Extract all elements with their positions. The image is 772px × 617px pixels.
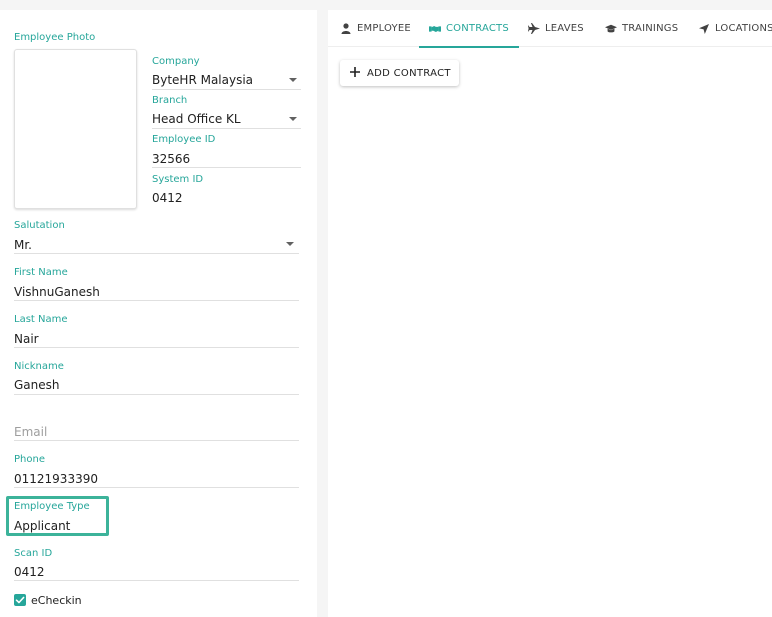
last-name-field[interactable]: Nair bbox=[14, 332, 39, 346]
plus-icon bbox=[350, 66, 360, 80]
chevron-down-icon[interactable] bbox=[286, 242, 294, 246]
tab-trainings-label: TRAININGS bbox=[622, 23, 679, 34]
echeckin-checkbox[interactable] bbox=[14, 594, 26, 606]
employee-form-panel: Employee Photo Company ByteHR Malaysia B… bbox=[0, 10, 317, 617]
tab-employee-label: EMPLOYEE bbox=[357, 23, 411, 34]
checkmark-icon bbox=[15, 596, 25, 604]
phone-label: Phone bbox=[14, 454, 45, 465]
scan-id-field[interactable]: 0412 bbox=[14, 565, 45, 579]
person-icon bbox=[340, 23, 352, 35]
detail-panel: EMPLOYEE CONTRACTS LEAVES TRAININGS LOCA… bbox=[328, 10, 772, 617]
branch-label: Branch bbox=[152, 95, 188, 106]
salutation-select[interactable]: Mr. bbox=[14, 238, 32, 252]
phone-field[interactable]: 01121933390 bbox=[14, 472, 98, 486]
nickname-label: Nickname bbox=[14, 361, 64, 372]
tab-employee[interactable]: EMPLOYEE bbox=[340, 10, 411, 47]
employee-type-label: Employee Type bbox=[14, 501, 90, 512]
photo-label: Employee Photo bbox=[14, 32, 96, 43]
chevron-down-icon[interactable] bbox=[289, 117, 297, 121]
branch-underline bbox=[152, 128, 301, 129]
company-label: Company bbox=[152, 56, 200, 67]
scan-id-label: Scan ID bbox=[14, 548, 53, 559]
add-contract-button[interactable]: ADD CONTRACT bbox=[340, 60, 459, 86]
tab-leaves[interactable]: LEAVES bbox=[528, 10, 584, 47]
tab-leaves-label: LEAVES bbox=[545, 23, 584, 34]
first-name-label: First Name bbox=[14, 267, 68, 278]
branch-select[interactable]: Head Office KL bbox=[152, 112, 241, 126]
tab-bar: EMPLOYEE CONTRACTS LEAVES TRAININGS LOCA… bbox=[328, 10, 772, 48]
email-underline bbox=[14, 440, 299, 441]
email-field[interactable]: Email bbox=[14, 425, 47, 439]
handshake-icon bbox=[429, 23, 441, 35]
salutation-label: Salutation bbox=[14, 220, 65, 231]
location-arrow-icon bbox=[698, 23, 710, 35]
system-id-label: System ID bbox=[152, 174, 204, 185]
system-id-value: 0412 bbox=[152, 191, 183, 205]
tab-contracts-label: CONTRACTS bbox=[446, 23, 509, 34]
company-underline bbox=[152, 89, 301, 90]
employee-photo[interactable] bbox=[14, 49, 137, 209]
first-name-field[interactable]: VishnuGanesh bbox=[14, 285, 100, 299]
employee-id-field[interactable]: 32566 bbox=[152, 152, 190, 166]
employee-type-field[interactable]: Applicant bbox=[14, 519, 70, 533]
employee-id-label: Employee ID bbox=[152, 134, 216, 145]
echeckin-label: eCheckin bbox=[31, 594, 82, 607]
tab-locations[interactable]: LOCATIONS bbox=[698, 10, 772, 47]
employee-id-underline bbox=[152, 167, 301, 168]
chevron-down-icon[interactable] bbox=[289, 78, 297, 82]
tab-contracts[interactable]: CONTRACTS bbox=[419, 10, 519, 48]
scan-id-underline bbox=[14, 580, 299, 581]
graduation-cap-icon bbox=[605, 23, 617, 35]
last-name-underline bbox=[14, 347, 299, 348]
nickname-field[interactable]: Ganesh bbox=[14, 378, 60, 392]
tab-locations-label: LOCATIONS bbox=[715, 23, 772, 34]
salutation-underline bbox=[14, 253, 299, 254]
phone-underline bbox=[14, 487, 299, 488]
tab-trainings[interactable]: TRAININGS bbox=[605, 10, 678, 47]
airplane-icon bbox=[528, 23, 540, 35]
company-select[interactable]: ByteHR Malaysia bbox=[152, 73, 253, 87]
app: Employee Photo Company ByteHR Malaysia B… bbox=[0, 0, 772, 617]
add-contract-label: ADD CONTRACT bbox=[367, 67, 451, 79]
first-name-underline bbox=[14, 300, 299, 301]
last-name-label: Last Name bbox=[14, 314, 68, 325]
nickname-underline bbox=[14, 394, 299, 395]
